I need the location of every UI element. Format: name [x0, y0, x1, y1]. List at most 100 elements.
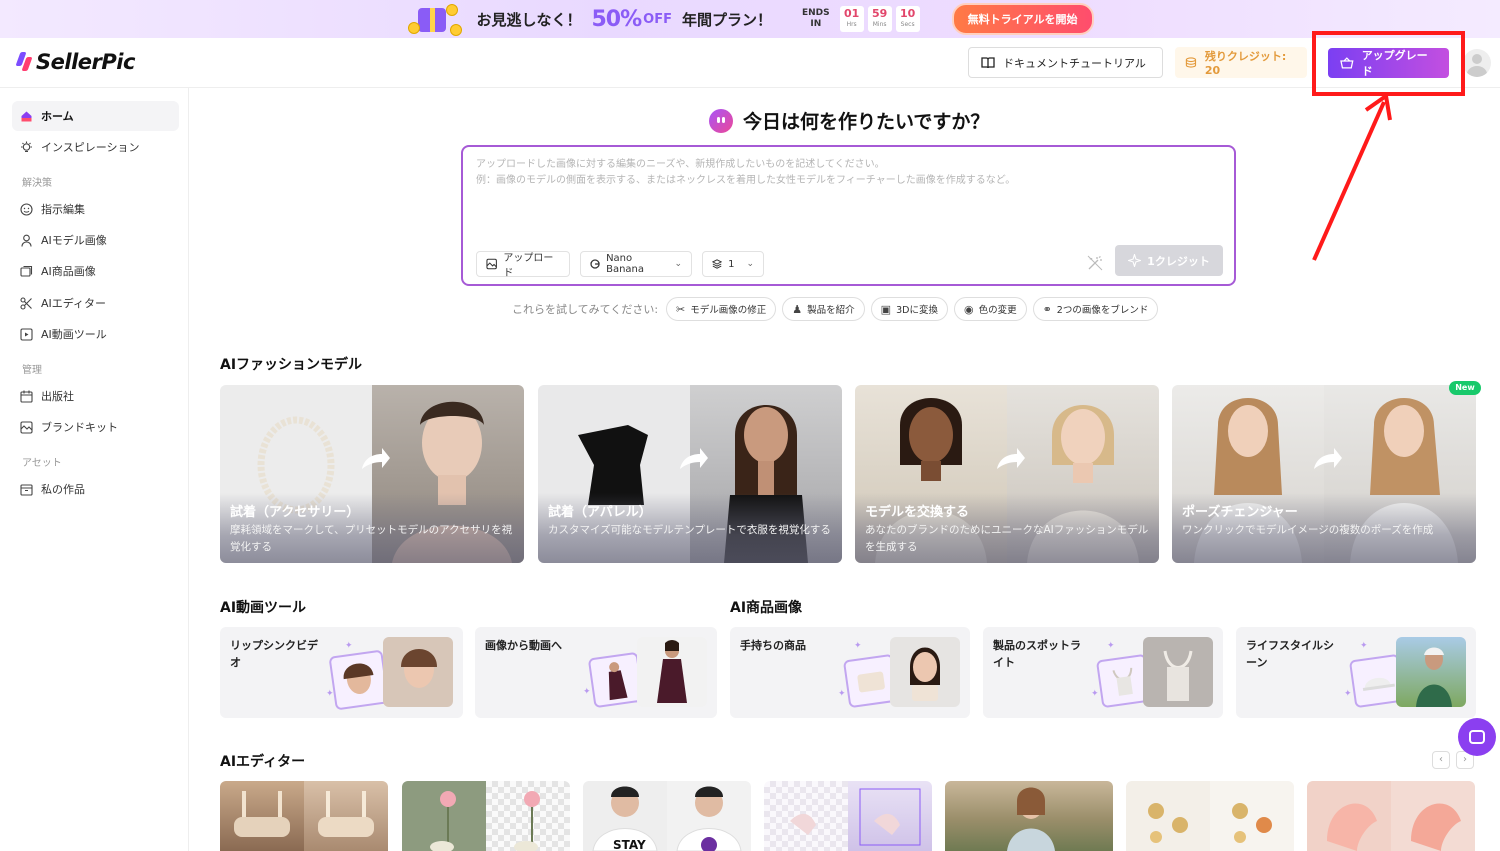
- promo-banner[interactable]: お見逃しなく！ 50% OFF 年間プラン！ ENDS IN 01 Hrs 59 Mi…: [0, 0, 1500, 38]
- sidebar-item-publisher[interactable]: 出版社: [12, 381, 179, 411]
- image-count-select[interactable]: 1 ⌄: [702, 251, 764, 277]
- fashion-card-apparel-tryon[interactable]: 試着（アパレル） カスタマイズ可能なモデルテンプレートで衣服を視覚化する: [538, 385, 842, 563]
- gift-icon: [406, 0, 466, 38]
- chip-product-intro[interactable]: ♟ 製品を紹介: [782, 297, 865, 321]
- sparkle-icon: ✦: [838, 689, 846, 699]
- card-title: 試着（アパレル）: [548, 505, 652, 520]
- card-title: 試着（アクセサリー）: [230, 505, 360, 520]
- sparkle-icon: ✦: [854, 641, 862, 651]
- section-title-editor: AIエディター: [220, 754, 306, 770]
- logo[interactable]: SellerPic: [15, 50, 135, 74]
- sparkle-icon: ✦: [583, 687, 591, 697]
- editor-card-1[interactable]: [220, 781, 388, 851]
- sidebar-item-ai-video-tool[interactable]: AI動画ツール: [12, 319, 179, 349]
- palette-icon: ◉: [963, 302, 974, 316]
- editor-card-5[interactable]: [945, 781, 1113, 851]
- tool-card-product-spotlight[interactable]: 製品のスポットライト ✦ ✦: [983, 627, 1223, 718]
- sidebar: ホーム インスピレーション 解決策 指示編集 AIモデル画像 AI商品画像 AI…: [0, 88, 189, 851]
- editor-card-3[interactable]: STAY: [583, 781, 751, 851]
- tool-card-lifestyle-scene[interactable]: ライフスタイルシーン ✦ ✦: [1236, 627, 1476, 718]
- thumbnail-after: [637, 637, 707, 707]
- card-desc: あなたのブランドのためにユニークなAIファッションモデルを生成する: [865, 524, 1149, 553]
- brand-icon: [20, 420, 33, 434]
- coins-icon: [1185, 57, 1197, 68]
- thumbnail-after: [383, 637, 453, 707]
- chip-color-change[interactable]: ◉ 色の変更: [953, 297, 1027, 321]
- sidebar-item-inspiration[interactable]: インスピレーション: [12, 132, 179, 162]
- credits-remaining[interactable]: 残りクレジット: 20: [1175, 47, 1307, 78]
- editor-card-2[interactable]: [402, 781, 570, 851]
- sidebar-item-ai-model-image[interactable]: AIモデル画像: [12, 225, 179, 255]
- sidebar-item-home[interactable]: ホーム: [12, 101, 179, 131]
- prompt-box[interactable]: アップロードした画像に対する編集のニーズや、新規作成したいものを記述してください…: [461, 145, 1236, 286]
- sparkle-icon: ✦: [326, 689, 334, 699]
- sparkle-icon: ✦: [345, 641, 353, 651]
- magic-wand-icon[interactable]: [1087, 255, 1105, 273]
- section-title-video: AI動画ツール: [220, 600, 307, 616]
- annotation-highlight-box: [1312, 31, 1465, 96]
- generate-button[interactable]: 1クレジット: [1115, 245, 1223, 276]
- card-desc: カスタマイズ可能なモデルテンプレートで衣服を視覚化する: [548, 524, 831, 536]
- new-badge: New: [1449, 381, 1481, 395]
- thumbnail-before: [328, 649, 390, 711]
- chevron-left-icon[interactable]: ‹: [1432, 751, 1450, 769]
- arrow-right-icon: [362, 448, 390, 469]
- google-icon: [590, 259, 600, 269]
- tool-card-image-to-video[interactable]: 画像から動画へ ✦: [475, 627, 717, 718]
- ends-in-label: ENDS IN: [801, 8, 830, 29]
- assistant-bot-icon: [709, 108, 733, 133]
- card-desc: 摩耗領域をマークして、プリセットモデルのアクセサリを視覚化する: [230, 524, 513, 553]
- tool-card-handheld-product[interactable]: 手持ちの商品 ✦ ✦: [730, 627, 970, 718]
- thumbnail-after: [1396, 637, 1466, 707]
- tool-card-lip-sync[interactable]: リップシンクビデオ ✦ ✦: [220, 627, 463, 718]
- scissors-icon: ✂: [676, 302, 686, 316]
- top-header: SellerPic ドキュメントチュートリアル 残りクレジット: 20 アップグ…: [0, 38, 1500, 88]
- suggestion-chips: これらを試してみてください: ✂ モデル画像の修正 ♟ 製品を紹介 ▣ 3Dに変換 ◉…: [512, 297, 1159, 321]
- fashion-card-model-swap[interactable]: モデルを交換する あなたのブランドのためにユニークなAIファッションモデルを生成…: [855, 385, 1159, 563]
- chevron-down-icon: ⌄: [674, 259, 682, 269]
- thumbnail-after: [890, 637, 960, 707]
- start-trial-button[interactable]: 無料トライアルを開始: [951, 3, 1094, 35]
- sidebar-item-instruction-edit[interactable]: 指示編集: [12, 194, 179, 224]
- prompt-input[interactable]: アップロードした画像に対する編集のニーズや、新規作成したいものを記述してください…: [476, 157, 1216, 189]
- person-icon: [20, 234, 33, 247]
- promo-plan: 年間プラン！: [681, 10, 772, 29]
- sidebar-item-my-works[interactable]: 私の作品: [12, 474, 179, 504]
- sidebar-item-brand-kit[interactable]: ブランドキット: [12, 412, 179, 442]
- sparkle-icon: ✦: [1107, 641, 1115, 651]
- user-avatar[interactable]: [1463, 49, 1491, 77]
- product-icon: [20, 265, 33, 278]
- sidebar-group-manage: 管理: [22, 365, 42, 376]
- blend-icon: ⚭: [1042, 302, 1052, 316]
- scissors-icon: [20, 296, 33, 310]
- sidebar-item-ai-editor[interactable]: AIエディター: [12, 288, 179, 318]
- cube-icon: ▣: [880, 302, 892, 316]
- fashion-card-pose-changer[interactable]: ポーズチェンジャー ワンクリックでモデルイメージの複数のポーズを作成: [1172, 385, 1476, 563]
- sparkle-icon: [1128, 254, 1142, 267]
- upload-button[interactable]: アップロード: [476, 251, 570, 279]
- chip-blend-images[interactable]: ⚭ 2つの画像をブレンド: [1032, 297, 1159, 321]
- countdown: 01 Hrs 59 Mins 10 Secs: [839, 6, 920, 32]
- editor-card-4[interactable]: [764, 781, 932, 851]
- model-select[interactable]: Nano Banana ⌄: [580, 251, 692, 277]
- sidebar-item-ai-product-image[interactable]: AI商品画像: [12, 256, 179, 286]
- docs-tutorial-button[interactable]: ドキュメントチュートリアル: [968, 47, 1163, 78]
- arrow-right-icon: [1314, 448, 1342, 469]
- chat-icon: [1469, 730, 1485, 744]
- editor-card-6[interactable]: [1126, 781, 1294, 851]
- card-title: モデルを交換する: [865, 505, 970, 520]
- promo-text: お見逃しなく！: [476, 10, 582, 29]
- card-desc: ワンクリックでモデルイメージの複数のポーズを作成: [1182, 524, 1434, 536]
- fashion-card-accessory-tryon[interactable]: 試着（アクセサリー） 摩耗領域をマークして、プリセットモデルのアクセサリを視覚化…: [220, 385, 524, 563]
- chat-support-button[interactable]: [1458, 718, 1496, 756]
- hero-title: 今日は何を作りたいですか？: [709, 107, 989, 134]
- book-icon: [981, 56, 995, 68]
- editor-card-7[interactable]: [1307, 781, 1475, 851]
- chip-3d-convert[interactable]: ▣ 3Dに変換: [870, 297, 948, 321]
- sparkle-icon: ✦: [1091, 689, 1099, 699]
- card-title: ポーズチェンジャー: [1182, 505, 1298, 520]
- chip-model-fix[interactable]: ✂ モデル画像の修正: [666, 297, 777, 321]
- promo-off: OFF: [643, 11, 672, 27]
- person-icon: ♟: [792, 302, 803, 316]
- home-icon: [20, 110, 33, 123]
